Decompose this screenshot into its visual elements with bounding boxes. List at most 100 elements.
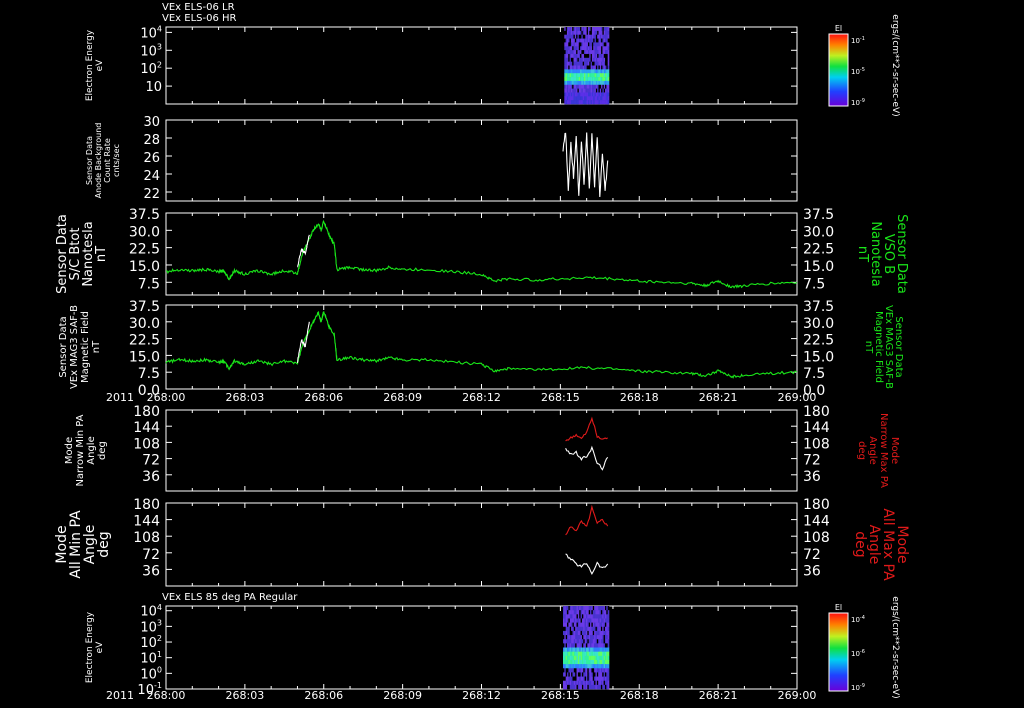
y-tick-label: 30.0	[129, 316, 160, 332]
y-tick-label-right: 37.5	[803, 299, 834, 315]
colorbar-tick-label: 10-5	[851, 67, 865, 76]
time-tick-label: 268:12	[462, 391, 501, 404]
y-tick-label-right: 180	[803, 497, 830, 513]
time-tick-label: 268:03	[226, 391, 265, 404]
y-axis-label: deg	[97, 441, 108, 460]
y-tick-label: 101	[140, 650, 162, 667]
spectrogram-cell	[607, 643, 610, 648]
y-tick-label: 10	[145, 80, 162, 95]
y-axis-label: Electron Energy	[85, 611, 95, 683]
series-line-0	[165, 219, 798, 289]
spectrogram-cell	[607, 684, 610, 690]
y-tick-label: 15.0	[129, 259, 160, 275]
panel-els_85deg-frame	[165, 605, 798, 690]
series-line-1	[565, 553, 609, 575]
panel-narrow_pa-frame	[165, 409, 798, 492]
spectrogram-cell	[607, 651, 610, 657]
colorbar-unit: ergs/(cm**2-sr-sec-eV)	[890, 14, 900, 116]
time-tick-label: 268:21	[699, 391, 738, 404]
time-axis-year: 2011	[106, 391, 134, 404]
right-axis-label: deg	[852, 531, 868, 557]
colorbar-tick-label: 10-9	[851, 683, 865, 692]
time-tick-label: 268:15	[541, 689, 580, 702]
y-axis-label: Count Rate	[103, 138, 112, 183]
y-tick-label: 22.5	[129, 333, 160, 349]
colorbar-tick-label: 10-4	[851, 615, 865, 624]
spectrogram-cell	[607, 61, 610, 66]
y-tick-label-right: 30.0	[803, 224, 834, 240]
spectrogram-cell	[607, 88, 610, 93]
panel-title: VEx ELS-06 LR	[162, 2, 235, 13]
y-axis-label: deg	[96, 531, 112, 557]
y-tick-label: 102	[140, 634, 162, 651]
y-tick-label: 15.0	[129, 349, 160, 365]
y-tick-label: 180	[133, 497, 160, 513]
y-tick-label: 30	[143, 115, 160, 130]
spectrogram-cell	[607, 34, 610, 39]
y-tick-label: 102	[140, 60, 162, 77]
y-tick-label-right: 22.5	[803, 242, 834, 258]
y-axis-label: Mode	[64, 437, 75, 464]
colorbar	[828, 612, 849, 692]
y-axis-label: nT	[91, 340, 102, 353]
time-tick-label: 268:15	[541, 391, 580, 404]
time-tick-label: 268:21	[699, 689, 738, 702]
series-line-0	[562, 132, 609, 198]
spectrogram-cell	[607, 80, 610, 86]
spectrogram-cells	[563, 606, 610, 690]
series-line-0	[165, 310, 798, 379]
panel-sc_btot-frame	[165, 212, 798, 296]
y-axis-label: Sensor Data	[85, 136, 94, 185]
y-tick-label: 100	[140, 665, 162, 682]
y-axis-label: Electron Energy	[85, 29, 95, 101]
spectrogram-cell	[607, 27, 610, 32]
time-tick-label: 268:03	[226, 689, 265, 702]
y-tick-label-right: 22.5	[803, 333, 834, 349]
time-tick-label: 268:12	[462, 689, 501, 702]
y-tick-label-right: 36	[803, 469, 821, 485]
y-tick-label: 72	[142, 453, 160, 469]
spectrogram-cell	[607, 626, 610, 632]
y-tick-label: 26	[143, 151, 160, 166]
spectrogram-cell	[607, 46, 610, 51]
y-tick-label: 28	[143, 133, 160, 148]
spectrogram-cell	[607, 30, 610, 35]
spectrogram-cell	[607, 100, 610, 105]
spectrogram-cell	[607, 69, 610, 74]
y-tick-label: 24	[143, 169, 160, 184]
spectrogram-cell	[607, 50, 610, 55]
y-tick-label: 144	[133, 420, 160, 436]
spectrogram-cell	[607, 680, 610, 686]
spectrogram-cell	[607, 614, 610, 619]
y-tick-label-right: 108	[803, 436, 830, 452]
spectrogram-cell	[607, 639, 610, 644]
y-axis-label: Narrow Min PA	[75, 414, 86, 486]
y-tick-label: 72	[142, 547, 160, 563]
y-tick-label: 37.5	[129, 299, 160, 315]
y-axis-label: VEx MAG3 SAF-B	[69, 305, 80, 389]
spectrogram-cell	[607, 606, 610, 611]
panel-anode_bg-frame	[165, 119, 798, 202]
y-tick-label: 144	[133, 514, 160, 530]
spectrogram-cell	[607, 96, 610, 101]
y-tick-label: 104	[140, 603, 162, 620]
panel-title: VEx ELS 85 deg PA Regular	[162, 592, 298, 603]
spectrogram-cell	[607, 92, 610, 97]
y-tick-label-right: 37.5	[803, 207, 834, 223]
spectrogram-cell	[607, 53, 610, 59]
time-tick-label: 268:06	[304, 689, 343, 702]
time-tick-label: 268:09	[383, 689, 422, 702]
y-axis-label: cnts/sec	[112, 144, 121, 177]
y-tick-label-right: 180	[803, 404, 830, 420]
spectrogram-cell	[607, 84, 610, 89]
y-axis-label: nT	[94, 246, 109, 262]
y-tick-label: 22	[143, 187, 160, 202]
spectrogram-cell	[607, 647, 610, 652]
spectrogram-cell	[607, 622, 610, 628]
y-axis-label: Sensor Data	[58, 316, 69, 377]
spectrogram-cells	[564, 27, 610, 105]
spectrogram-cell	[607, 77, 610, 82]
y-tick-label: 22.5	[129, 242, 160, 258]
time-tick-label: 268:00	[147, 391, 186, 404]
y-axis-label: Anode Background	[94, 123, 103, 199]
